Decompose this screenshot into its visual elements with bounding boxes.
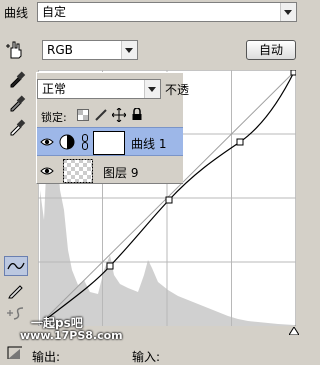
eye-icon[interactable] xyxy=(40,135,54,149)
layer-row-curves[interactable]: 曲线 1 xyxy=(37,127,183,156)
curve-edit-tool[interactable] xyxy=(4,256,28,276)
lock-all-icon[interactable] xyxy=(131,108,143,121)
layer-row-layer9[interactable]: 图层 9 xyxy=(37,157,183,186)
curve-point[interactable] xyxy=(236,138,244,146)
auto-button[interactable]: 自动 xyxy=(246,40,296,60)
preset-value: 自定 xyxy=(42,5,67,19)
curve-point[interactable] xyxy=(165,196,173,204)
layer-name[interactable]: 图层 9 xyxy=(103,164,138,181)
lock-transparency-icon[interactable] xyxy=(77,109,89,121)
curve-display-icon xyxy=(7,346,22,359)
curves-label: 曲线 xyxy=(4,6,29,20)
curve-wave-icon xyxy=(7,262,25,270)
watermark-line2: www.17PS8.com xyxy=(20,329,123,342)
channel-value: RGB xyxy=(47,43,73,57)
curve-endpoint[interactable] xyxy=(290,70,296,76)
white-eyedropper-icon[interactable] xyxy=(8,118,26,136)
opacity-label: 不透 xyxy=(165,83,190,97)
preset-select[interactable]: 自定 xyxy=(37,2,297,22)
white-point-slider[interactable] xyxy=(289,327,299,335)
lock-position-icon[interactable] xyxy=(112,108,126,122)
gray-eyedropper-icon[interactable] xyxy=(8,94,26,112)
chevron-down-icon xyxy=(144,80,160,98)
channel-select[interactable]: RGB xyxy=(42,40,138,60)
layer-mask-thumbnail[interactable] xyxy=(93,131,125,155)
layer-thumbnail[interactable] xyxy=(63,159,93,183)
adjustment-layer-icon xyxy=(59,134,75,150)
chevron-down-icon xyxy=(121,41,137,59)
black-eyedropper-icon[interactable] xyxy=(8,70,26,88)
blend-mode-select[interactable]: 正常 xyxy=(37,79,161,99)
link-icon[interactable] xyxy=(81,133,89,151)
eye-icon[interactable] xyxy=(40,164,54,178)
input-label: 输入: xyxy=(132,350,161,364)
layers-panel: 正常 不透 锁定: 曲线 1 图层 9 xyxy=(36,72,189,186)
layer-name[interactable]: 曲线 1 xyxy=(131,135,166,152)
lock-pixels-icon[interactable] xyxy=(95,109,107,121)
lock-label: 锁定: xyxy=(41,111,67,124)
output-label: 输出: xyxy=(32,350,61,364)
targeted-adjustment-icon[interactable] xyxy=(4,38,26,60)
smooth-curve-icon[interactable] xyxy=(5,304,27,322)
pencil-icon[interactable] xyxy=(7,281,25,299)
curve-point[interactable] xyxy=(106,262,114,270)
chevron-down-icon xyxy=(280,3,296,21)
blend-mode-value: 正常 xyxy=(42,82,67,96)
